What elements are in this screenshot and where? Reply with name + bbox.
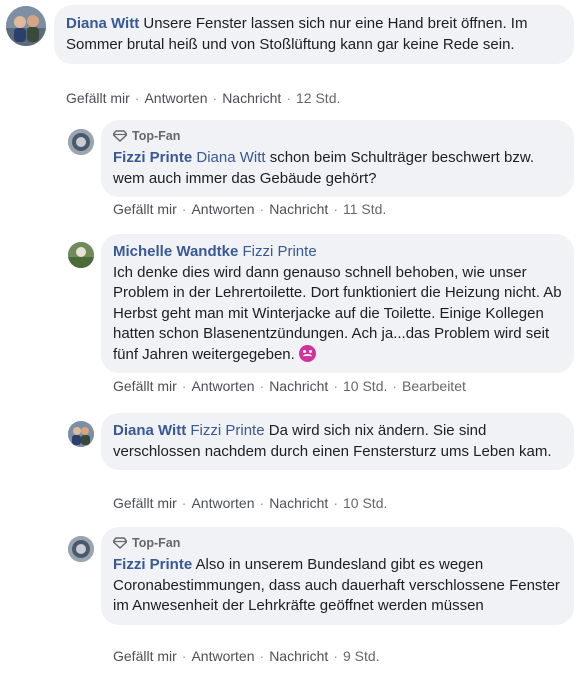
comment-bubble: Diana Witt Unsere Fenster lassen sich nu… (54, 5, 574, 64)
comment-bubble: Top-Fan Fizzi Printe Also in unserem Bun… (101, 527, 574, 625)
reply-button[interactable]: Antworten (191, 201, 254, 217)
timestamp[interactable]: 10 Std. (343, 378, 387, 394)
badge-label: Top-Fan (132, 129, 181, 143)
like-button[interactable]: Gefällt mir (66, 90, 130, 106)
reply-button[interactable]: Antworten (144, 90, 207, 106)
reply-button[interactable]: Antworten (191, 495, 254, 511)
message-button[interactable]: Nachricht (222, 90, 281, 106)
dizzy-face-emoji-icon (298, 344, 316, 362)
comment-actions: Gefällt mir · Antworten · Nachricht · 11 Std. (113, 201, 387, 217)
message-button[interactable]: Nachricht (269, 495, 328, 511)
timestamp[interactable]: 11 Std. (343, 201, 386, 217)
comment-bubble: Diana Witt Fizzi Printe Da wird sich nix… (101, 413, 574, 470)
message-button[interactable]: Nachricht (269, 648, 328, 664)
comment-actions: Gefällt mir · Antworten · Nachricht · 10 Std. ·… (113, 378, 466, 394)
like-button[interactable]: Gefällt mir (113, 378, 177, 394)
timestamp[interactable]: 12 Std. (296, 90, 340, 106)
like-button[interactable]: Gefällt mir (113, 201, 177, 217)
like-button[interactable]: Gefällt mir (113, 495, 177, 511)
avatar[interactable] (68, 129, 94, 155)
comment-actions: Gefällt mir · Antworten · Nachricht · 12 Std. (66, 90, 341, 106)
edited-label: Bearbeitet (402, 378, 466, 394)
comment-bubble: Top-Fan Fizzi Printe Diana Witt schon be… (101, 120, 574, 197)
mention-link[interactable]: Fizzi Printe (190, 422, 264, 439)
comment-actions: Gefällt mir · Antworten · Nachricht · 10 Std. (113, 495, 388, 511)
timestamp[interactable]: 10 Std. (343, 495, 387, 511)
comment-author[interactable]: Fizzi Printe (113, 149, 192, 166)
avatar[interactable] (68, 536, 94, 562)
message-button[interactable]: Nachricht (269, 378, 328, 394)
message-button[interactable]: Nachricht (269, 201, 328, 217)
top-fan-badge: Top-Fan (113, 128, 562, 144)
comment-actions: Gefällt mir · Antworten · Nachricht · 9 Std. (113, 648, 380, 664)
diamond-icon (113, 130, 127, 142)
comment-author[interactable]: Michelle Wandtke (113, 243, 238, 260)
top-fan-badge: Top-Fan (113, 535, 562, 551)
avatar[interactable] (6, 6, 46, 46)
timestamp[interactable]: 9 Std. (343, 648, 380, 664)
reply-button[interactable]: Antworten (191, 378, 254, 394)
comment-author[interactable]: Diana Witt (113, 422, 186, 439)
comment-author[interactable]: Fizzi Printe (113, 556, 192, 573)
mention-link[interactable]: Fizzi Printe (242, 243, 316, 260)
comment-author[interactable]: Diana Witt (66, 15, 139, 32)
reply-button[interactable]: Antworten (191, 648, 254, 664)
mention-link[interactable]: Diana Witt (196, 149, 265, 166)
avatar[interactable] (68, 242, 94, 268)
comment-text: Ich denke dies wird dann genauso schnell… (113, 263, 562, 363)
like-button[interactable]: Gefällt mir (113, 648, 177, 664)
comment-bubble: Michelle Wandtke Fizzi Printe Ich denke … (101, 234, 574, 373)
diamond-icon (113, 537, 127, 549)
badge-label: Top-Fan (132, 536, 181, 550)
avatar[interactable] (68, 421, 94, 447)
